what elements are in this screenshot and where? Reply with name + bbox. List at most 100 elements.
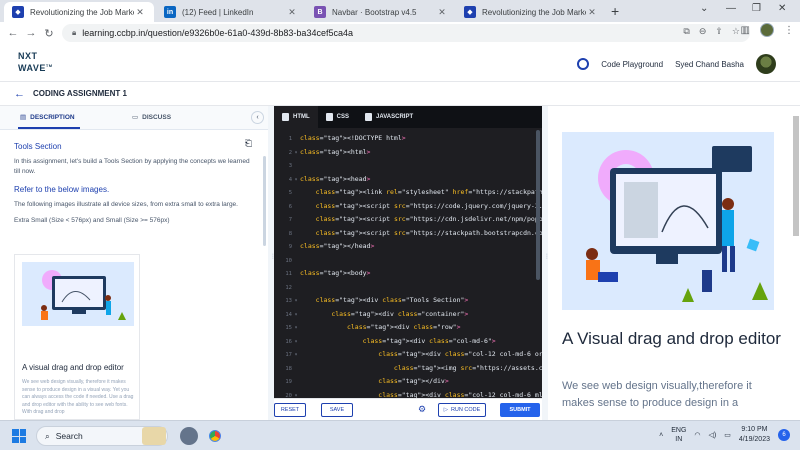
linkedin-icon: in	[164, 6, 176, 18]
line-number: 1	[288, 136, 292, 142]
close-icon[interactable]: ✕	[436, 7, 448, 18]
chrome-icon[interactable]	[206, 427, 224, 445]
tab-description[interactable]: ▤ DESCRIPTION	[20, 113, 75, 122]
code-text: class="tag"><!DOCTYPE html>	[300, 134, 406, 142]
collapse-panel-button[interactable]: ‹	[251, 111, 264, 124]
description-content: Tools Section In this assignment, let's …	[0, 130, 268, 234]
battery-icon[interactable]: ▭	[724, 431, 731, 439]
editor-tabs: HTML CSS JAVASCRIPT	[274, 106, 542, 128]
forward-icon[interactable]: →	[22, 27, 40, 39]
clock[interactable]: 9:10 PM 4/19/2023	[739, 425, 770, 445]
settings-app-icon[interactable]	[180, 427, 198, 445]
fold-icon[interactable]: ▾	[292, 295, 300, 309]
code-line[interactable]: 5 class="tag"><link rel="stylesheet" hre…	[274, 186, 542, 200]
fold-icon[interactable]: ▾	[292, 309, 300, 323]
code-line[interactable]: 13 ▾ class="tag"><div class="Tools Sectio…	[274, 294, 542, 308]
bootstrap-icon: B	[314, 6, 326, 18]
code-line[interactable]: 15 ▾ class="tag"><div class="row">	[274, 321, 542, 335]
address-bar[interactable]: 🔒︎ learning.ccbp.in/question/e9326b0e-61…	[62, 24, 750, 42]
fold-icon[interactable]: ▾	[292, 390, 300, 399]
editor-scrollbar[interactable]	[536, 130, 540, 280]
code-line[interactable]: 19 class="tag"></div>	[274, 375, 542, 389]
code-line[interactable]: 6 class="tag"><script src="https://code.…	[274, 200, 542, 214]
code-line[interactable]: 10	[274, 254, 542, 268]
share-icon[interactable]: ⇪	[715, 26, 723, 37]
minimize-icon[interactable]: —	[726, 3, 736, 14]
close-icon[interactable]: ✕	[134, 7, 146, 18]
browser-tab-1[interactable]: ◆ Revolutionizing the Job Market | ✕	[4, 2, 154, 22]
line-number: 3	[288, 163, 292, 169]
open-in-app-icon[interactable]: ⧉	[683, 26, 689, 37]
line-number: 4	[288, 176, 292, 183]
browser-tab-2[interactable]: in (12) Feed | LinkedIn ✕	[156, 2, 306, 22]
bookmark-icon[interactable]: ⎗	[245, 138, 252, 149]
language-indicator[interactable]: ENG IN	[671, 426, 686, 444]
code-line[interactable]: 9 class="tag"></head>	[274, 240, 542, 254]
browser-tab-4[interactable]: ◆ Revolutionizing the Job Market | ✕	[456, 2, 606, 22]
new-tab-button[interactable]: +	[611, 3, 619, 19]
close-icon[interactable]: ✕	[586, 7, 598, 18]
app-header: NXT WAVETM Code Playground Syed Chand Ba…	[0, 44, 800, 82]
fold-icon[interactable]: ▾	[292, 336, 300, 350]
timer-icon[interactable]	[577, 58, 590, 70]
code-line[interactable]: 2 ▾ class="tag"><html>	[274, 146, 542, 160]
code-line[interactable]: 4 ▾ class="tag"><head>	[274, 173, 542, 187]
notification-badge[interactable]: 6	[778, 429, 790, 441]
fold-icon[interactable]: ▾	[292, 174, 300, 188]
code-line[interactable]: 17 ▾ class="tag"><div class="col-12 col-m…	[274, 348, 542, 362]
code-line[interactable]: 1 class="tag"><!DOCTYPE html>	[274, 132, 542, 146]
window-close-icon[interactable]: ✕	[778, 3, 786, 14]
code-line[interactable]: 7 class="tag"><script src="https://cdn.j…	[274, 213, 542, 227]
fold-icon[interactable]: ▾	[292, 349, 300, 363]
wifi-icon[interactable]: ◠	[694, 431, 700, 439]
tab-search-icon[interactable]: ⌄	[700, 3, 708, 14]
nxtwave-logo[interactable]: NXT WAVETM	[18, 52, 53, 73]
line-number: 2	[288, 149, 292, 156]
zoom-icon[interactable]: ⊖	[699, 26, 707, 37]
code-line[interactable]: 14 ▾ class="tag"><div class="container">	[274, 308, 542, 322]
line-number: 8	[288, 230, 292, 237]
tab-discuss[interactable]: ▭ DISCUSS	[132, 113, 172, 122]
description-scrollbar[interactable]	[263, 156, 266, 246]
tab-discuss-label: DISCUSS	[142, 113, 172, 121]
code-line[interactable]: 11 class="tag"><body>	[274, 267, 542, 281]
logo-suffix: TM	[45, 63, 53, 68]
code-line[interactable]: 20 ▾ class="tag"><div class="col-12 col-m…	[274, 389, 542, 399]
tab-css[interactable]: CSS	[318, 106, 357, 128]
browser-tab-3[interactable]: B Navbar · Bootstrap v4.5 ✕	[306, 2, 456, 22]
reset-button[interactable]: RESET	[274, 403, 306, 417]
settings-gear-icon[interactable]: ⚙	[418, 404, 426, 415]
user-avatar[interactable]	[756, 54, 776, 74]
output-scrollbar[interactable]	[793, 116, 799, 236]
chevron-up-icon[interactable]: ˄	[659, 432, 663, 439]
code-line[interactable]: 8 class="tag"><script src="https://stack…	[274, 227, 542, 241]
volume-icon[interactable]: ◁)	[709, 431, 717, 439]
fold-icon[interactable]: ▾	[292, 147, 300, 161]
code-line[interactable]: 3	[274, 159, 542, 173]
code-editor[interactable]: HTML CSS JAVASCRIPT 1 class="tag"><!DOCTY…	[274, 106, 542, 398]
code-line[interactable]: 18 class="tag"><img src="https://assets.…	[274, 362, 542, 376]
save-button[interactable]: SAVE	[321, 403, 353, 417]
sidebar-toggle-icon[interactable]: ▥	[741, 25, 750, 36]
run-code-button[interactable]: ▷ RUN CODE	[438, 403, 486, 417]
weather-widget-icon[interactable]	[142, 427, 166, 445]
tab-html[interactable]: HTML	[274, 106, 318, 128]
windows-start-icon[interactable]	[12, 429, 26, 443]
profile-avatar[interactable]	[760, 23, 774, 37]
code-playground-link[interactable]: Code Playground	[601, 60, 663, 69]
code-line[interactable]: 16 ▾ class="tag"><div class="col-md-6">	[274, 335, 542, 349]
code-line[interactable]: 12	[274, 281, 542, 295]
back-icon[interactable]: ←	[4, 27, 22, 39]
fold-icon[interactable]: ▾	[292, 322, 300, 336]
active-tab-indicator	[18, 127, 80, 129]
line-number: 12	[285, 284, 292, 291]
back-arrow-icon[interactable]: ←	[14, 88, 25, 100]
close-icon[interactable]: ✕	[286, 7, 298, 18]
reload-icon[interactable]: ↻	[40, 27, 58, 40]
maximize-icon[interactable]: ❐	[752, 3, 761, 14]
ccbp-icon: ◆	[464, 6, 476, 18]
browser-menu-icon[interactable]: ⋮	[784, 25, 794, 36]
tab-javascript[interactable]: JAVASCRIPT	[357, 106, 421, 128]
submit-button[interactable]: SUBMIT	[500, 403, 540, 417]
bookmark-star-icon[interactable]: ☆	[732, 26, 740, 37]
